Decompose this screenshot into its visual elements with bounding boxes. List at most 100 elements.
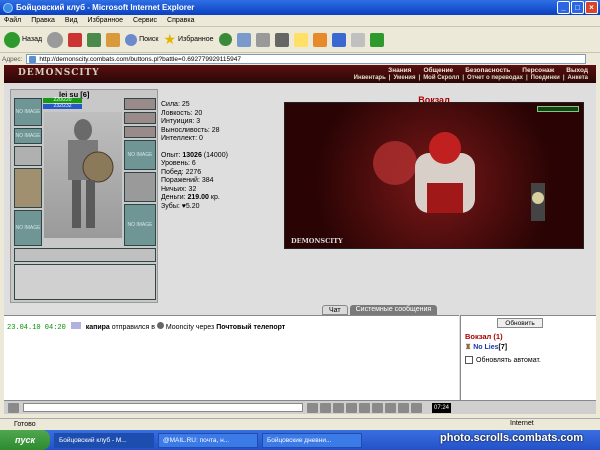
scene-logo: DEMONSCITY bbox=[291, 237, 343, 245]
nav-battles[interactable]: Поединки bbox=[531, 75, 560, 81]
equip-slot-bracers[interactable]: NO IMAGE bbox=[14, 128, 42, 144]
nav-transfers[interactable]: Отчет о переводах bbox=[467, 75, 523, 81]
ie-icon bbox=[3, 2, 13, 13]
equip-slot-weapon[interactable] bbox=[14, 168, 42, 208]
window-titlebar: Бойцовский клуб - Microsoft Internet Exp… bbox=[0, 0, 600, 15]
chat-window: 23.04.10 04:20 капира отправился в Moonc… bbox=[4, 315, 459, 405]
auto-refresh-checkbox[interactable]: Обновлять автомат. bbox=[465, 356, 541, 364]
chat-user[interactable]: капира bbox=[86, 324, 110, 331]
stat-agility: Ловкость: 20 bbox=[161, 109, 203, 117]
knight-image bbox=[68, 119, 114, 228]
address-bar: Адрес: http://demonscity.combats.com/but… bbox=[0, 53, 600, 65]
game-clock: 07:24 bbox=[432, 402, 452, 413]
tool-icon[interactable] bbox=[350, 32, 365, 47]
search-button[interactable]: Поиск bbox=[125, 33, 158, 46]
stat-draws: Ничьих: 32 bbox=[161, 185, 197, 193]
menu-help[interactable]: Справка bbox=[167, 17, 194, 24]
stat-endurance: Выносливость: 28 bbox=[161, 126, 220, 134]
stat-experience: Опыт: 13026 (14000) bbox=[161, 151, 228, 159]
room-player[interactable]: ♜ No Lies[7] bbox=[465, 343, 507, 351]
history-icon[interactable] bbox=[218, 33, 232, 46]
room-panel: Обновить Вокзал (1) ♜ No Lies[7] Обновля… bbox=[460, 315, 596, 405]
send-icon[interactable] bbox=[307, 402, 318, 413]
tab-chat[interactable]: Чат bbox=[322, 305, 348, 315]
task-diaries[interactable]: Бойцовские дневни... bbox=[262, 432, 362, 448]
discuss-icon[interactable] bbox=[293, 32, 308, 47]
task-combats[interactable]: Бойцовский клуб - M... bbox=[54, 432, 154, 448]
equip-slot-belt[interactable] bbox=[14, 248, 156, 262]
menu-view[interactable]: Вид bbox=[65, 17, 78, 24]
favorites-button[interactable]: ★ Избранное bbox=[163, 31, 213, 48]
sound-icon[interactable] bbox=[359, 402, 370, 413]
smile-icon[interactable] bbox=[346, 402, 357, 413]
equip-slot-rings[interactable] bbox=[124, 126, 156, 138]
equip-slot-amulet[interactable] bbox=[124, 112, 156, 124]
search-icon bbox=[125, 33, 138, 46]
menu-file[interactable]: Файл bbox=[4, 17, 21, 24]
equip-slot-boots[interactable]: NO IMAGE bbox=[124, 204, 156, 246]
print-icon[interactable] bbox=[255, 32, 270, 47]
equip-slot-helmet[interactable]: NO IMAGE bbox=[14, 98, 42, 126]
equip-slot-earrings[interactable] bbox=[124, 98, 156, 110]
address-input[interactable]: http://demonscity.combats.com/buttons.pl… bbox=[26, 54, 587, 64]
equip-slot-shield-a[interactable]: NO IMAGE bbox=[124, 140, 156, 170]
stop-icon[interactable] bbox=[68, 32, 83, 47]
chat-actions bbox=[307, 402, 422, 413]
chat-mode-icon[interactable] bbox=[8, 402, 19, 413]
equip-slot-shield[interactable] bbox=[124, 172, 156, 202]
nav-character[interactable]: Персонаж bbox=[522, 67, 554, 74]
agent-icon[interactable] bbox=[331, 32, 346, 47]
stat-losses: Поражений: 384 bbox=[161, 177, 214, 184]
tab-system-messages[interactable]: Системные сообщения bbox=[349, 305, 438, 315]
chat-message: 23.04.10 04:20 капира отправился в Moonc… bbox=[7, 322, 286, 332]
close-button[interactable]: × bbox=[585, 1, 598, 14]
menu-tools[interactable]: Сервис bbox=[133, 17, 157, 24]
translit-icon[interactable] bbox=[398, 402, 409, 413]
filter-icon[interactable] bbox=[333, 402, 344, 413]
nav-inventory[interactable]: Инвентарь bbox=[354, 75, 386, 81]
toolbar: Назад Поиск ★ Избранное bbox=[0, 27, 600, 53]
equip-slot-armor[interactable]: NO IMAGE bbox=[14, 210, 42, 246]
favorites-label: Избранное bbox=[178, 36, 214, 43]
refresh-icon[interactable] bbox=[87, 32, 102, 47]
friends-icon[interactable] bbox=[385, 402, 396, 413]
exit-icon[interactable] bbox=[411, 402, 422, 413]
nav-profile[interactable]: Анкета bbox=[568, 75, 589, 81]
location-scene[interactable]: DEMONSCITY bbox=[284, 102, 584, 249]
character-avatar bbox=[44, 112, 122, 238]
forward-arrow-icon[interactable] bbox=[47, 31, 64, 48]
minimize-button[interactable]: _ bbox=[557, 1, 570, 14]
start-button[interactable]: пуск bbox=[0, 430, 50, 450]
watermark: photo.scrolls.combats.com bbox=[440, 432, 584, 444]
menu-favorites[interactable]: Избранное bbox=[88, 17, 123, 24]
settings-icon[interactable] bbox=[372, 402, 383, 413]
nav-scroll[interactable]: Мой Скролл bbox=[423, 75, 459, 81]
game-header: DEMONSCITY Знания Общение Безопасность П… bbox=[4, 65, 596, 83]
clan-icon: ♜ bbox=[465, 344, 472, 351]
nav-skills[interactable]: Умения bbox=[393, 75, 415, 81]
back-button[interactable]: Назад bbox=[4, 31, 43, 48]
clear-icon[interactable] bbox=[320, 402, 331, 413]
nav-knowledge[interactable]: Знания bbox=[388, 67, 411, 74]
mail-icon[interactable] bbox=[236, 32, 251, 47]
private-icon[interactable] bbox=[70, 322, 81, 329]
game-logo: DEMONSCITY bbox=[18, 68, 100, 78]
equip-slot-gloves[interactable] bbox=[14, 146, 42, 166]
menu-bar: Файл Правка Вид Избранное Сервис Справка bbox=[0, 15, 600, 27]
flower-icon[interactable] bbox=[369, 32, 384, 47]
maximize-button[interactable]: □ bbox=[571, 1, 584, 14]
messenger-icon[interactable] bbox=[312, 32, 327, 47]
refresh-room-button[interactable]: Обновить bbox=[497, 318, 543, 328]
nav-security[interactable]: Безопасность bbox=[465, 67, 510, 74]
task-mail[interactable]: @MAIL.RU: почта, н... bbox=[158, 432, 258, 448]
nav-chat[interactable]: Общение bbox=[423, 67, 453, 74]
home-icon[interactable] bbox=[106, 32, 121, 47]
status-text: Готово bbox=[14, 421, 36, 428]
edit-icon[interactable] bbox=[274, 32, 289, 47]
back-label: Назад bbox=[22, 36, 43, 43]
quick-slots[interactable] bbox=[14, 264, 156, 300]
chat-input[interactable] bbox=[23, 403, 303, 412]
nav-exit[interactable]: Выход bbox=[566, 67, 588, 74]
menu-edit[interactable]: Правка bbox=[31, 17, 55, 24]
window-title: Бойцовский клуб - Microsoft Internet Exp… bbox=[16, 3, 195, 12]
